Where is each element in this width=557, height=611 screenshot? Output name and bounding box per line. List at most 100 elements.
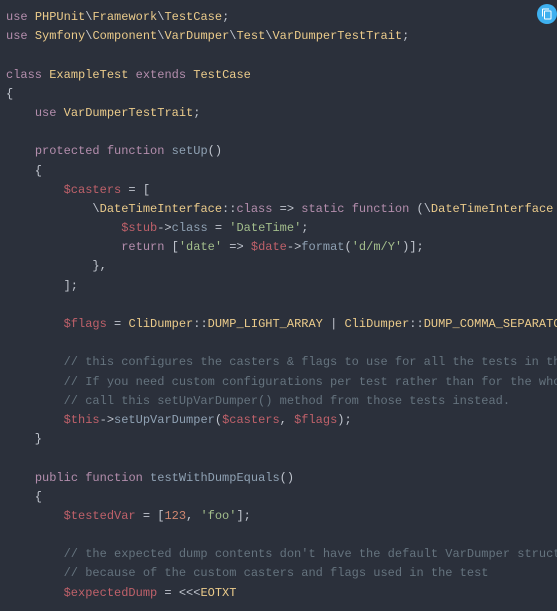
kw-token: public: [35, 471, 78, 485]
op-token: =>: [272, 202, 301, 216]
kw-token: class: [236, 202, 272, 216]
copy-icon[interactable]: [537, 4, 557, 24]
op-token: [6, 547, 64, 561]
op-token: [6, 144, 35, 158]
kw-token: function: [85, 471, 143, 485]
func-token: class: [172, 221, 208, 235]
kw-token: return: [121, 240, 164, 254]
code-line: // because of the custom casters and fla…: [6, 566, 488, 580]
type-token: VarDumperTestTrait: [64, 106, 194, 120]
num-token: 123: [164, 509, 186, 523]
cmt-token: // because of the custom casters and fla…: [64, 566, 489, 580]
var-token: $stub: [121, 221, 157, 235]
type-token: Framework: [92, 10, 157, 24]
type-token: EOTXT: [200, 586, 236, 600]
type-token: TestCase: [164, 10, 222, 24]
code-line: use PHPUnit\Framework\TestCase;: [6, 10, 229, 24]
op-token: [6, 394, 64, 408]
op-token: ::: [222, 202, 236, 216]
op-token: =: [107, 317, 129, 331]
func-token: setUpVarDumper: [114, 413, 215, 427]
var-token: $this: [64, 413, 100, 427]
code-line: $flags = CliDumper::DUMP_LIGHT_ARRAY | C…: [6, 317, 557, 331]
op-token: [56, 106, 63, 120]
func-token: setUp: [172, 144, 208, 158]
op-token: [6, 471, 35, 485]
op-token: =: [208, 221, 230, 235]
cmt-token: // If you need custom configurations per…: [64, 375, 557, 389]
op-token: {: [6, 490, 42, 504]
str-token: 'foo': [200, 509, 236, 523]
op-token: [6, 566, 64, 580]
code-line: $stub->class = 'DateTime';: [6, 221, 308, 235]
var-token: $casters: [64, 183, 122, 197]
op-token: [: [164, 240, 178, 254]
code-line: public function testWithDumpEquals(): [6, 471, 294, 485]
type-token: CliDumper: [344, 317, 409, 331]
kw-token: use: [35, 106, 57, 120]
type-token: CliDumper: [128, 317, 193, 331]
code-line: use VarDumperTestTrait;: [6, 106, 200, 120]
op-token: [345, 202, 352, 216]
kw-token: class: [6, 68, 42, 82]
op-token: }: [6, 432, 42, 446]
var-token: $expectedDump: [64, 586, 158, 600]
code-line: class ExampleTest extends TestCase: [6, 68, 251, 82]
op-token: |: [323, 317, 345, 331]
code-line: // this configures the casters & flags t…: [6, 355, 557, 369]
code-line: $casters = [: [6, 183, 150, 197]
op-token: \: [6, 202, 100, 216]
type-token: VarDumperTestTrait: [272, 29, 402, 43]
op-token: ;: [193, 106, 200, 120]
op-token: [553, 202, 557, 216]
code-line: ];: [6, 279, 78, 293]
op-token: [6, 221, 121, 235]
op-token: (\: [409, 202, 431, 216]
cmt-token: // call this setUpVarDumper() method fro…: [64, 394, 510, 408]
op-token: = [: [136, 509, 165, 523]
op-token: [164, 144, 171, 158]
code-line: {: [6, 490, 42, 504]
code-line: return ['date' => $date->format('d/m/Y')…: [6, 240, 424, 254]
type-token: Test: [236, 29, 265, 43]
var-token: $flags: [64, 317, 107, 331]
op-token: [143, 471, 150, 485]
type-token: VarDumper: [164, 29, 229, 43]
type-token: DUMP_COMMA_SEPARATOR: [424, 317, 557, 331]
op-token: ::: [193, 317, 207, 331]
op-token: ,: [186, 509, 200, 523]
type-token: ExampleTest: [49, 68, 128, 82]
code-line: // the expected dump contents don't have…: [6, 547, 557, 561]
str-token: 'DateTime': [229, 221, 301, 235]
var-token: $flags: [294, 413, 337, 427]
type-token: DUMP_LIGHT_ARRAY: [208, 317, 323, 331]
op-token: [6, 586, 64, 600]
cmt-token: // this configures the casters & flags t…: [64, 355, 557, 369]
func-token: testWithDumpEquals: [150, 471, 280, 485]
op-token: [6, 317, 64, 331]
str-token: 'date': [179, 240, 222, 254]
op-token: ];: [6, 279, 78, 293]
func-token: format: [301, 240, 344, 254]
kw-token: extends: [136, 68, 186, 82]
code-line: },: [6, 259, 107, 273]
code-line: // If you need custom configurations per…: [6, 375, 557, 389]
code-line: {: [6, 87, 13, 101]
op-token: = <<<: [157, 586, 200, 600]
type-token: Symfony: [35, 29, 85, 43]
op-token: (: [215, 413, 222, 427]
code-line: use Symfony\Component\VarDumper\Test\Var…: [6, 29, 409, 43]
cmt-token: // the expected dump contents don't have…: [64, 547, 557, 561]
code-line: {: [6, 164, 42, 178]
var-token: $casters: [222, 413, 280, 427]
op-token: [6, 355, 64, 369]
op-token: {: [6, 87, 13, 101]
op-token: [128, 68, 135, 82]
var-token: $testedVar: [64, 509, 136, 523]
op-token: ];: [236, 509, 250, 523]
kw-token: static: [301, 202, 344, 216]
op-token: [6, 240, 121, 254]
op-token: {: [6, 164, 42, 178]
var-token: $date: [251, 240, 287, 254]
op-token: );: [337, 413, 351, 427]
